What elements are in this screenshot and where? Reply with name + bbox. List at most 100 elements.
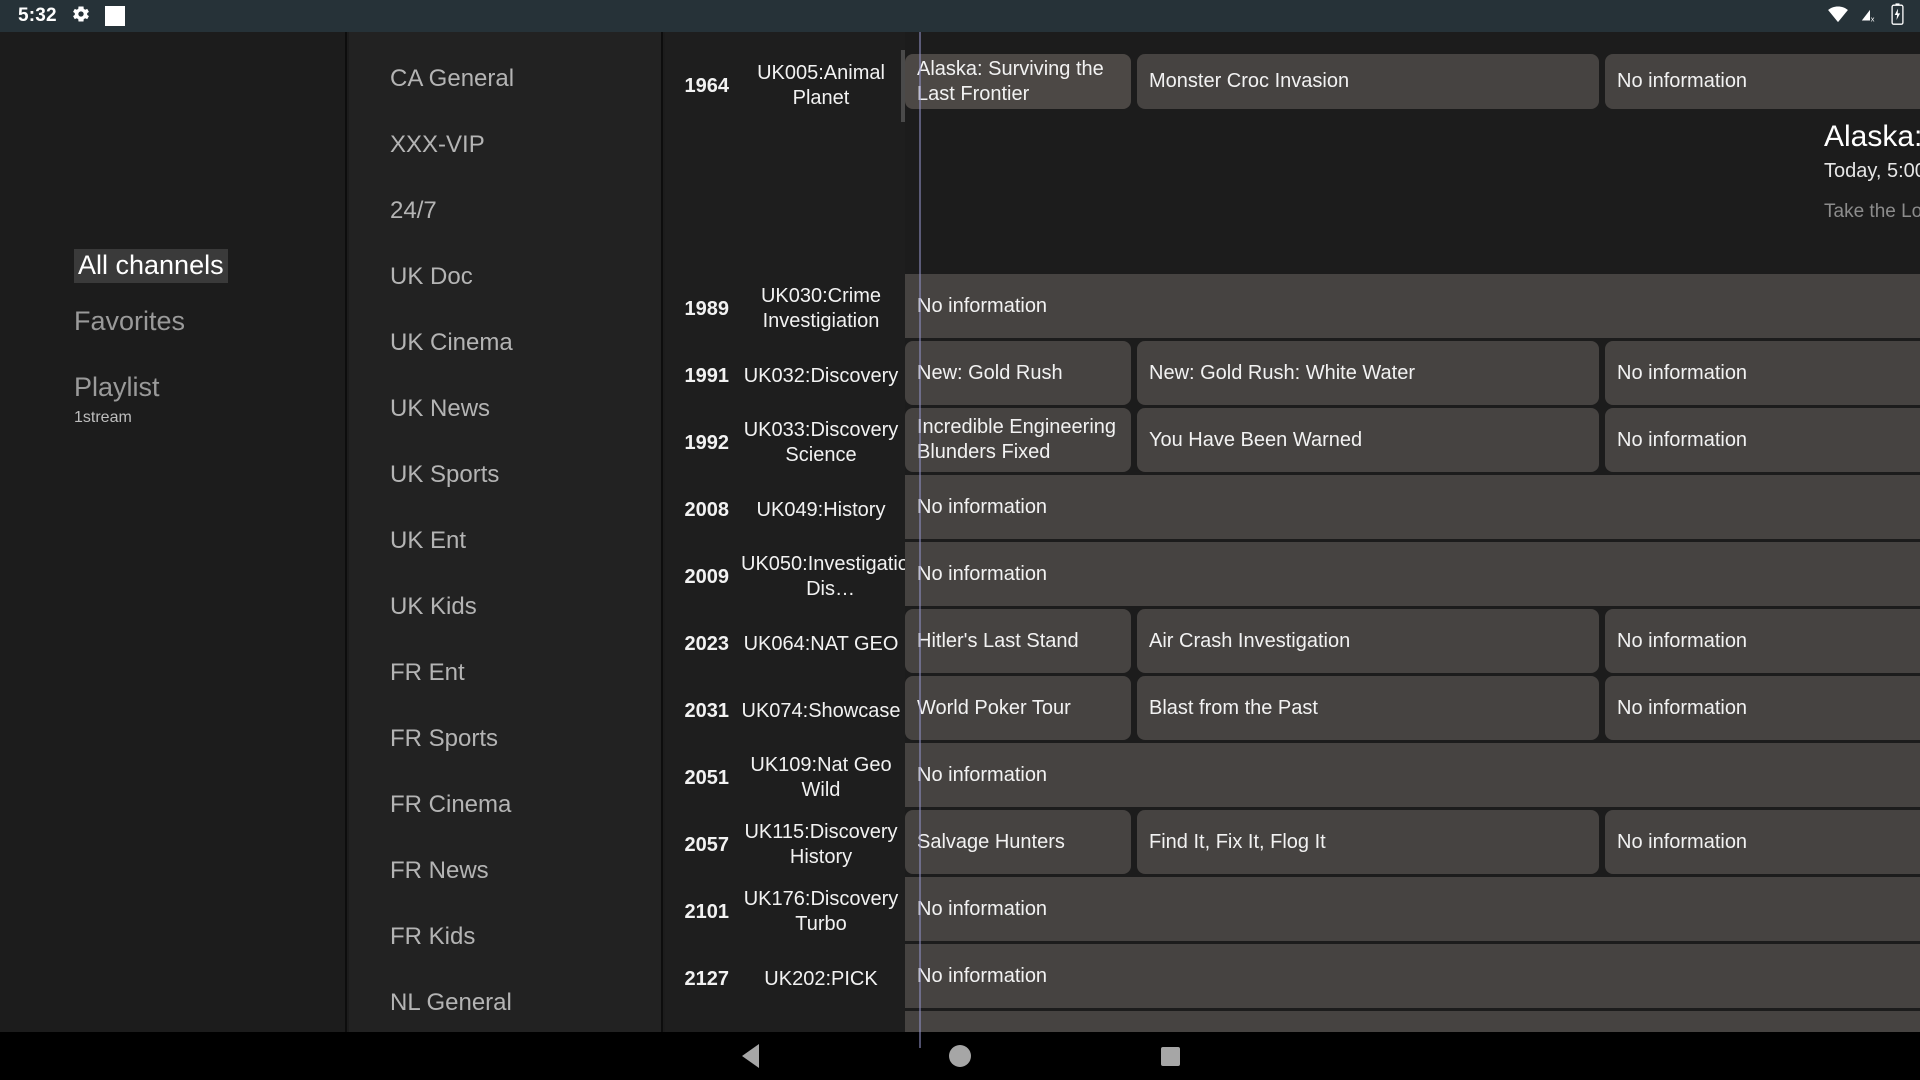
epg-program-title: No information bbox=[1617, 696, 1747, 721]
group-item[interactable]: 24/7 bbox=[390, 196, 651, 226]
channel-name: UK033:Discovery Science bbox=[737, 418, 905, 468]
epg-row[interactable]: Salvage Hunters Find It, Fix It, Flog It… bbox=[905, 810, 1920, 874]
epg-program-title: Salvage Hunters bbox=[917, 830, 1065, 855]
epg-program-cell[interactable]: No information bbox=[905, 542, 1920, 606]
epg-program-title: No information bbox=[917, 763, 1047, 788]
channel-row[interactable]: 2127 UK202:PICK bbox=[665, 946, 905, 1012]
epg-program-cell[interactable]: World Poker Tour bbox=[905, 676, 1131, 740]
epg-grid[interactable]: Alaska: Surviving the Last Frontier Mons… bbox=[905, 32, 1920, 1048]
channel-row[interactable]: 2008 UK049:History bbox=[665, 477, 905, 543]
epg-row[interactable]: No information bbox=[905, 877, 1920, 941]
epg-program-cell[interactable]: No information bbox=[905, 743, 1920, 807]
epg-program-title: Blast from the Past bbox=[1149, 696, 1318, 721]
epg-program-cell[interactable]: No information bbox=[905, 877, 1920, 941]
epg-program-cell[interactable]: Hitler's Last Stand bbox=[905, 609, 1131, 673]
sidebar-item-all-channels[interactable]: All channels bbox=[74, 247, 228, 283]
group-item[interactable]: NL General bbox=[390, 988, 651, 1018]
nav-home-button[interactable] bbox=[855, 1045, 1065, 1067]
program-detail-title: Alaska: Surviving the Last Frontier bbox=[1824, 118, 1920, 156]
epg-row[interactable]: No information bbox=[905, 944, 1920, 1008]
epg-program-cell[interactable]: Monster Croc Invasion bbox=[1137, 54, 1599, 109]
epg-program-cell[interactable]: New: Gold Rush: White Water bbox=[1137, 341, 1599, 405]
nav-back-button[interactable] bbox=[645, 1044, 855, 1068]
group-item[interactable]: UK Sports bbox=[390, 460, 651, 490]
channel-row[interactable]: 1989 UK030:Crime Investigiation bbox=[665, 276, 905, 342]
epg-row[interactable]: New: Gold Rush New: Gold Rush: White Wat… bbox=[905, 341, 1920, 405]
channel-number: 1964 bbox=[665, 75, 737, 98]
white-square-icon[interactable] bbox=[105, 6, 125, 26]
epg-program-cell[interactable]: Find It, Fix It, Flog It bbox=[1137, 810, 1599, 874]
epg-program-title: No information bbox=[1617, 428, 1747, 453]
channel-scrollbar-thumb[interactable] bbox=[901, 50, 905, 122]
group-list[interactable]: CA General XXX-VIP 24/7 UK Doc UK Cinema… bbox=[349, 32, 663, 1048]
epg-program-cell[interactable]: Alaska: Surviving the Last Frontier bbox=[905, 54, 1131, 109]
nav-recents-button[interactable] bbox=[1065, 1047, 1275, 1066]
program-detail-timerow: Today, 5:00 PM - 6:00 PM bbox=[1824, 160, 1920, 183]
group-item[interactable]: FR Cinema bbox=[390, 790, 651, 820]
epg-program-cell[interactable]: You Have Been Warned bbox=[1137, 408, 1599, 472]
sidebar-item-playlist[interactable]: Playlist 1stream bbox=[74, 369, 160, 427]
epg-program-cell[interactable]: No information bbox=[1605, 408, 1920, 472]
program-detail-panel: Alaska: Surviving the Last Frontier Toda… bbox=[1810, 118, 1920, 268]
epg-program-title: No information bbox=[1617, 629, 1747, 654]
epg-program-cell[interactable]: No information bbox=[905, 944, 1920, 1008]
status-bar-left: 5:32 bbox=[0, 4, 125, 29]
epg-program-cell[interactable]: No information bbox=[905, 274, 1920, 338]
epg-program-cell[interactable]: Salvage Hunters bbox=[905, 810, 1131, 874]
epg-row[interactable]: Incredible Engineering Blunders Fixed Yo… bbox=[905, 408, 1920, 472]
status-bar-right: x bbox=[1827, 3, 1920, 30]
group-item[interactable]: UK Kids bbox=[390, 592, 651, 622]
group-item[interactable]: UK Doc bbox=[390, 262, 651, 292]
group-item[interactable]: FR Sports bbox=[390, 724, 651, 754]
epg-row[interactable]: World Poker Tour Blast from the Past No … bbox=[905, 676, 1920, 740]
channel-row[interactable]: 1992 UK033:Discovery Science bbox=[665, 410, 905, 476]
channel-number: 2101 bbox=[665, 901, 737, 924]
group-item[interactable]: FR Kids bbox=[390, 922, 651, 952]
group-item[interactable]: XXX-VIP bbox=[390, 130, 651, 160]
channel-row[interactable]: 2101 UK176:Discovery Turbo bbox=[665, 879, 905, 945]
group-item[interactable]: UK News bbox=[390, 394, 651, 424]
epg-program-cell[interactable]: No information bbox=[1605, 341, 1920, 405]
gear-icon[interactable] bbox=[71, 4, 91, 29]
group-item[interactable]: FR News bbox=[390, 856, 651, 886]
epg-program-cell[interactable]: No information bbox=[1605, 676, 1920, 740]
playlist-sidebar: All channels Favorites Playlist 1stream bbox=[0, 32, 347, 1048]
group-item[interactable]: CA General bbox=[390, 64, 651, 94]
group-item[interactable]: UK Ent bbox=[390, 526, 651, 556]
epg-program-cell[interactable]: No information bbox=[1605, 810, 1920, 874]
channel-number: 2023 bbox=[665, 633, 737, 656]
epg-program-cell[interactable]: Blast from the Past bbox=[1137, 676, 1599, 740]
channel-row[interactable]: 2009 UK050:Investigation Dis… bbox=[665, 544, 905, 610]
channel-name: UK176:Discovery Turbo bbox=[737, 887, 905, 937]
app-root: 5:32 x bbox=[0, 0, 1920, 1080]
channel-list[interactable]: 1964 UK005:Animal Planet 1989 UK030:Crim… bbox=[665, 32, 905, 1048]
channel-row[interactable]: 2051 UK109:Nat Geo Wild bbox=[665, 745, 905, 811]
group-item[interactable]: UK Cinema bbox=[390, 328, 651, 358]
group-item[interactable]: FR Ent bbox=[390, 658, 651, 688]
sidebar-item-favorites[interactable]: Favorites bbox=[74, 303, 185, 339]
channel-row[interactable]: 2057 UK115:Discovery History bbox=[665, 812, 905, 878]
channel-number: 1992 bbox=[665, 432, 737, 455]
channel-number: 2008 bbox=[665, 499, 737, 522]
epg-row[interactable]: No information bbox=[905, 542, 1920, 606]
epg-program-title: No information bbox=[1617, 361, 1747, 386]
channel-row[interactable]: 2023 UK064:NAT GEO bbox=[665, 611, 905, 677]
epg-row[interactable]: No information bbox=[905, 475, 1920, 539]
channel-row[interactable]: 1964 UK005:Animal Planet bbox=[665, 50, 905, 122]
channel-row[interactable]: 2031 UK074:Showcase bbox=[665, 678, 905, 744]
epg-row[interactable]: No information Hitler's Last Stand Air C… bbox=[905, 609, 1920, 673]
epg-program-cell[interactable]: No information bbox=[905, 475, 1920, 539]
channel-row[interactable]: 1991 UK032:Discovery bbox=[665, 343, 905, 409]
epg-program-cell[interactable]: New: Gold Rush bbox=[905, 341, 1131, 405]
epg-row[interactable]: Alaska: Surviving the Last Frontier Mons… bbox=[905, 54, 1920, 109]
epg-row[interactable]: No information bbox=[905, 743, 1920, 807]
epg-program-cell[interactable]: No information bbox=[1605, 609, 1920, 673]
sidebar-item-sublabel: 1stream bbox=[74, 409, 160, 427]
epg-program-cell[interactable]: No information bbox=[1605, 54, 1920, 109]
epg-program-title: World Poker Tour bbox=[917, 696, 1071, 721]
status-bar-clock: 5:32 bbox=[18, 5, 57, 27]
epg-program-cell[interactable]: Air Crash Investigation bbox=[1137, 609, 1599, 673]
epg-row[interactable]: No information bbox=[905, 274, 1920, 338]
epg-program-cell[interactable]: Incredible Engineering Blunders Fixed bbox=[905, 408, 1131, 472]
home-circle-icon bbox=[949, 1045, 971, 1067]
